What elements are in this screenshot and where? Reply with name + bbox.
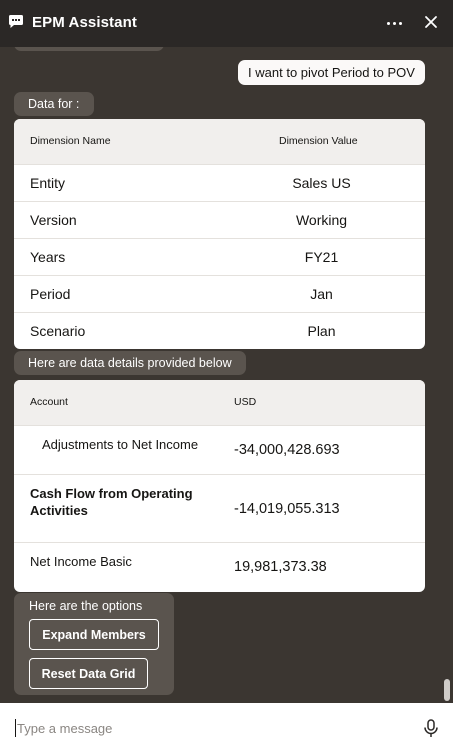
account-name: Cash Flow from Operating Activities	[30, 486, 193, 518]
chat-header: EPM Assistant	[0, 0, 453, 47]
account-value: -14,019,055.313	[234, 501, 340, 517]
dimension-value: Working	[295, 212, 348, 228]
header-title: EPM Assistant	[32, 14, 137, 31]
text-caret	[15, 719, 16, 737]
dimension-value: FY21	[304, 249, 339, 265]
close-icon[interactable]	[421, 12, 441, 32]
details-table-header: Account USD	[14, 380, 425, 425]
pov-table: Dimension Name Dimension Value Entity Sa…	[14, 119, 425, 349]
column-header-dimension-name: Dimension Name	[30, 135, 111, 147]
pov-table-header: Dimension Name Dimension Value	[14, 119, 425, 164]
dimension-value: Sales US	[292, 175, 351, 191]
reset-data-grid-button[interactable]: Reset Data Grid	[29, 658, 148, 689]
account-value: 19,981,373.38	[234, 559, 327, 575]
table-row: Scenario Plan	[14, 312, 425, 349]
table-row: Years FY21	[14, 238, 425, 275]
expand-members-button[interactable]: Expand Members	[29, 619, 159, 650]
message-input-bar	[0, 703, 453, 753]
chat-bubble-icon	[9, 15, 23, 28]
more-options-icon-dot	[399, 22, 402, 25]
pov-label: Data for :	[14, 92, 94, 116]
column-header-dimension-value: Dimension Value	[279, 135, 358, 147]
message-input[interactable]	[17, 717, 397, 739]
options-bubble: Here are the options Expand Members Rese…	[14, 593, 174, 695]
microphone-icon[interactable]	[423, 719, 439, 738]
table-row: Period Jan	[14, 275, 425, 312]
table-row: Entity Sales US	[14, 164, 425, 201]
previous-message-bubble	[14, 47, 164, 51]
column-header-usd: USD	[234, 396, 257, 408]
table-row: Cash Flow from Operating Activities -14,…	[14, 474, 425, 542]
account-name: Adjustments to Net Income	[42, 437, 199, 452]
details-table: Account USD Adjustments to Net Income -3…	[14, 380, 425, 592]
dimension-name: Entity	[30, 175, 66, 191]
dimension-name: Version	[30, 212, 77, 228]
table-row: Adjustments to Net Income -34,000,428.69…	[14, 425, 425, 474]
more-options-icon-dot	[393, 22, 396, 25]
more-options-button[interactable]	[384, 12, 406, 34]
column-header-account: Account	[30, 396, 68, 408]
account-name: Net Income Basic	[30, 554, 132, 569]
table-row: Version Working	[14, 201, 425, 238]
dimension-value: Plan	[307, 323, 336, 339]
dimension-name: Years	[30, 249, 66, 265]
options-label: Here are the options	[29, 599, 143, 613]
details-label: Here are data details provided below	[14, 351, 246, 375]
account-value: -34,000,428.693	[234, 442, 340, 458]
conversation-pane[interactable]: I want to pivot Period to POV Data for :…	[0, 47, 453, 703]
more-options-icon	[387, 22, 390, 25]
dimension-name: Scenario	[30, 323, 86, 339]
dimension-value: Jan	[310, 286, 333, 302]
user-message: I want to pivot Period to POV	[238, 60, 425, 85]
table-row: Net Income Basic 19,981,373.38	[14, 542, 425, 592]
scrollbar-thumb[interactable]	[444, 679, 450, 701]
dimension-name: Period	[30, 286, 71, 302]
